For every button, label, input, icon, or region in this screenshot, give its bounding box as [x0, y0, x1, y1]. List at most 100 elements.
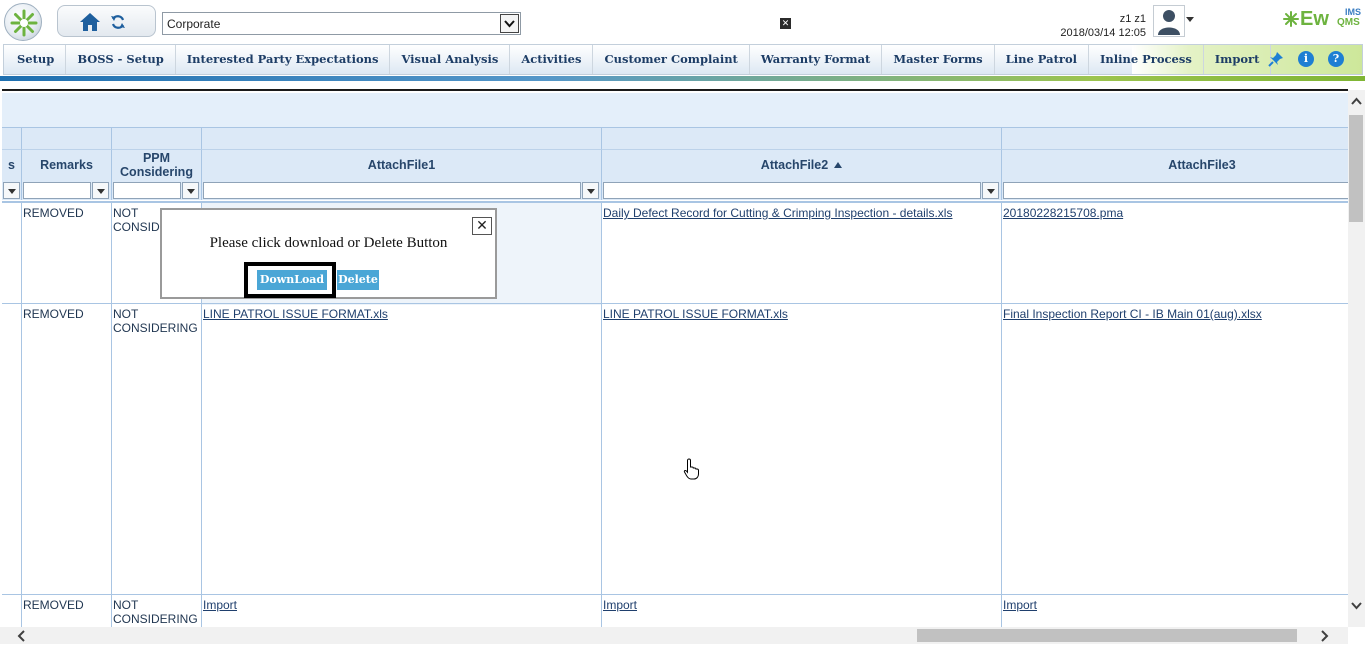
user-name: z1 z1: [1119, 13, 1146, 25]
corporate-select[interactable]: Corporate: [162, 12, 521, 35]
filter-cell-attachfile1: [202, 180, 602, 200]
filter-cell-attachfile3: [1002, 180, 1348, 200]
top-bar: Corporate ✕ z1 z1 2018/03/14 12:05 Ew IM…: [0, 0, 1365, 44]
horizontal-scrollbar[interactable]: [0, 627, 1348, 644]
attachment-link[interactable]: 20180228215708.pma: [1003, 206, 1123, 220]
menu-setup[interactable]: Setup: [6, 45, 67, 74]
cell-attachfile2: Daily Defect Record for Cutting & Crimpi…: [602, 203, 1002, 305]
brand-sup: IMS: [1345, 7, 1362, 17]
attachment-link[interactable]: LINE PATROL ISSUE FORMAT.xls: [203, 307, 388, 321]
cell-ppm: NOT CONSIDERING: [112, 595, 202, 627]
scroll-down-icon[interactable]: [1351, 598, 1362, 613]
ewqms-brand-logo: Ew IMS QMS: [1282, 7, 1362, 32]
brand-asterisk-icon: [1283, 11, 1299, 27]
user-info: z1 z1 2018/03/14 12:05: [1060, 12, 1146, 40]
scroll-right-icon[interactable]: [1320, 626, 1329, 647]
menu-icons: i ?: [1268, 51, 1344, 67]
filter-cell-ppm: [112, 180, 202, 200]
cell-remarks: REMOVED: [22, 304, 112, 595]
info-icon[interactable]: i: [1298, 51, 1314, 67]
vertical-scroll-thumb[interactable]: [1349, 115, 1363, 222]
column-header-attachfile1[interactable]: AttachFile1: [202, 149, 602, 180]
delete-button[interactable]: Delete: [337, 270, 379, 290]
column-header-ppm-considering[interactable]: PPM Considering: [112, 149, 202, 180]
chevron-down-icon[interactable]: [500, 14, 519, 33]
column-header-s[interactable]: s: [2, 149, 22, 180]
column-header-attachfile3[interactable]: AttachFile3: [1002, 149, 1348, 180]
content-area: s Remarks PPM Considering AttachFile1 At…: [0, 81, 1348, 627]
menu-line-patrol[interactable]: Line Patrol: [995, 45, 1089, 74]
corporate-select-value: Corporate: [167, 17, 221, 31]
menu-warranty-format[interactable]: Warranty Format: [750, 45, 883, 74]
cell-attachfile1: Import: [202, 595, 602, 627]
dialog-message: Please click download or Delete Button: [209, 235, 448, 251]
download-delete-dialog: ✕ Please click download or Delete Button…: [160, 208, 497, 299]
grid-toolbar-band: [2, 93, 1348, 127]
filter-cell-remarks: [22, 180, 112, 200]
menu-master-forms[interactable]: Master Forms: [882, 45, 995, 74]
close-icon[interactable]: ✕: [472, 217, 492, 235]
menu-import[interactable]: Import: [1204, 45, 1272, 74]
import-link[interactable]: Import: [603, 598, 637, 612]
user-silhouette-icon: [1158, 10, 1180, 35]
filter-dropdown-icon[interactable]: [982, 182, 999, 199]
cell-attachfile2: Import: [602, 595, 1002, 627]
filter-input-ppm[interactable]: [113, 182, 181, 199]
column-header-attachfile2-label: AttachFile2: [760, 158, 829, 172]
main-menu-bar: Setup BOSS - Setup Interested Party Expe…: [3, 44, 1363, 75]
filter-dropdown-icon[interactable]: [182, 182, 199, 199]
cell-ppm: NOT CONSIDERING: [112, 304, 202, 595]
table-row: REMOVED NOT CONSIDERING LINE PATROL ISSU…: [2, 303, 1348, 595]
import-link[interactable]: Import: [203, 598, 237, 612]
menu-activities[interactable]: Activities: [510, 45, 594, 74]
home-icon[interactable]: [79, 12, 101, 35]
login-datetime: 2018/03/14 12:05: [1060, 27, 1146, 39]
cell-remarks: REMOVED: [22, 203, 112, 305]
home-refresh-group: [57, 5, 156, 37]
filter-dropdown-icon[interactable]: [92, 182, 109, 199]
menu-inline-process[interactable]: Inline Process: [1089, 45, 1204, 74]
help-icon[interactable]: ?: [1328, 51, 1344, 67]
hand-cursor-icon: [683, 458, 701, 483]
table-row: REMOVED NOT CONSIDERING Import Import Im…: [2, 594, 1348, 627]
filter-dropdown-icon[interactable]: [3, 182, 20, 199]
cell-attachfile2: LINE PATROL ISSUE FORMAT.xls: [602, 304, 1002, 595]
menu-interested-party-expectations[interactable]: Interested Party Expectations: [176, 45, 391, 74]
filter-input-attachfile1[interactable]: [203, 182, 581, 199]
brand-main: Ew: [1300, 8, 1329, 30]
filter-input-attachfile3[interactable]: [1003, 182, 1348, 199]
filter-cell-s: [2, 180, 22, 200]
scroll-left-icon[interactable]: [17, 626, 26, 647]
filter-dropdown-icon[interactable]: [582, 182, 599, 199]
asterisk-logo-icon: [10, 9, 38, 37]
filter-input-attachfile2[interactable]: [603, 182, 981, 199]
cell-attachfile3: Final Inspection Report CI - IB Main 01(…: [1002, 304, 1348, 595]
filter-input-remarks[interactable]: [23, 182, 91, 199]
column-header-remarks[interactable]: Remarks: [22, 149, 112, 180]
attachment-link[interactable]: Final Inspection Report CI - IB Main 01(…: [1003, 307, 1262, 321]
scroll-up-icon[interactable]: [1351, 94, 1362, 109]
user-avatar[interactable]: [1153, 5, 1185, 37]
brand-sub: QMS: [1337, 17, 1360, 28]
sort-ascending-icon: [834, 162, 843, 168]
import-link[interactable]: Import: [1003, 598, 1037, 612]
menu-visual-analysis[interactable]: Visual Analysis: [390, 45, 511, 74]
close-small-icon[interactable]: ✕: [780, 18, 791, 29]
cell-attachfile3: 20180228215708.pma: [1002, 203, 1348, 305]
refresh-icon[interactable]: [110, 14, 126, 33]
user-menu-caret-icon[interactable]: [1186, 17, 1194, 22]
attachment-link[interactable]: LINE PATROL ISSUE FORMAT.xls: [603, 307, 788, 321]
menu-boss-setup[interactable]: BOSS - Setup: [66, 45, 176, 74]
pin-icon[interactable]: [1268, 51, 1284, 67]
app-logo[interactable]: [4, 3, 42, 41]
menu-items: Setup BOSS - Setup Interested Party Expe…: [6, 45, 1272, 74]
column-header-attachfile2[interactable]: AttachFile2: [602, 149, 1002, 180]
cell-attachfile3: Import: [1002, 595, 1348, 627]
menu-customer-complaint[interactable]: Customer Complaint: [593, 45, 750, 74]
download-button[interactable]: DownLoad: [257, 270, 327, 290]
horizontal-scroll-thumb[interactable]: [917, 629, 1297, 642]
cell-remarks: REMOVED: [22, 595, 112, 627]
attachment-link[interactable]: Daily Defect Record for Cutting & Crimpi…: [603, 206, 952, 220]
vertical-scrollbar[interactable]: [1348, 90, 1365, 627]
filter-cell-attachfile2: [602, 180, 1002, 200]
